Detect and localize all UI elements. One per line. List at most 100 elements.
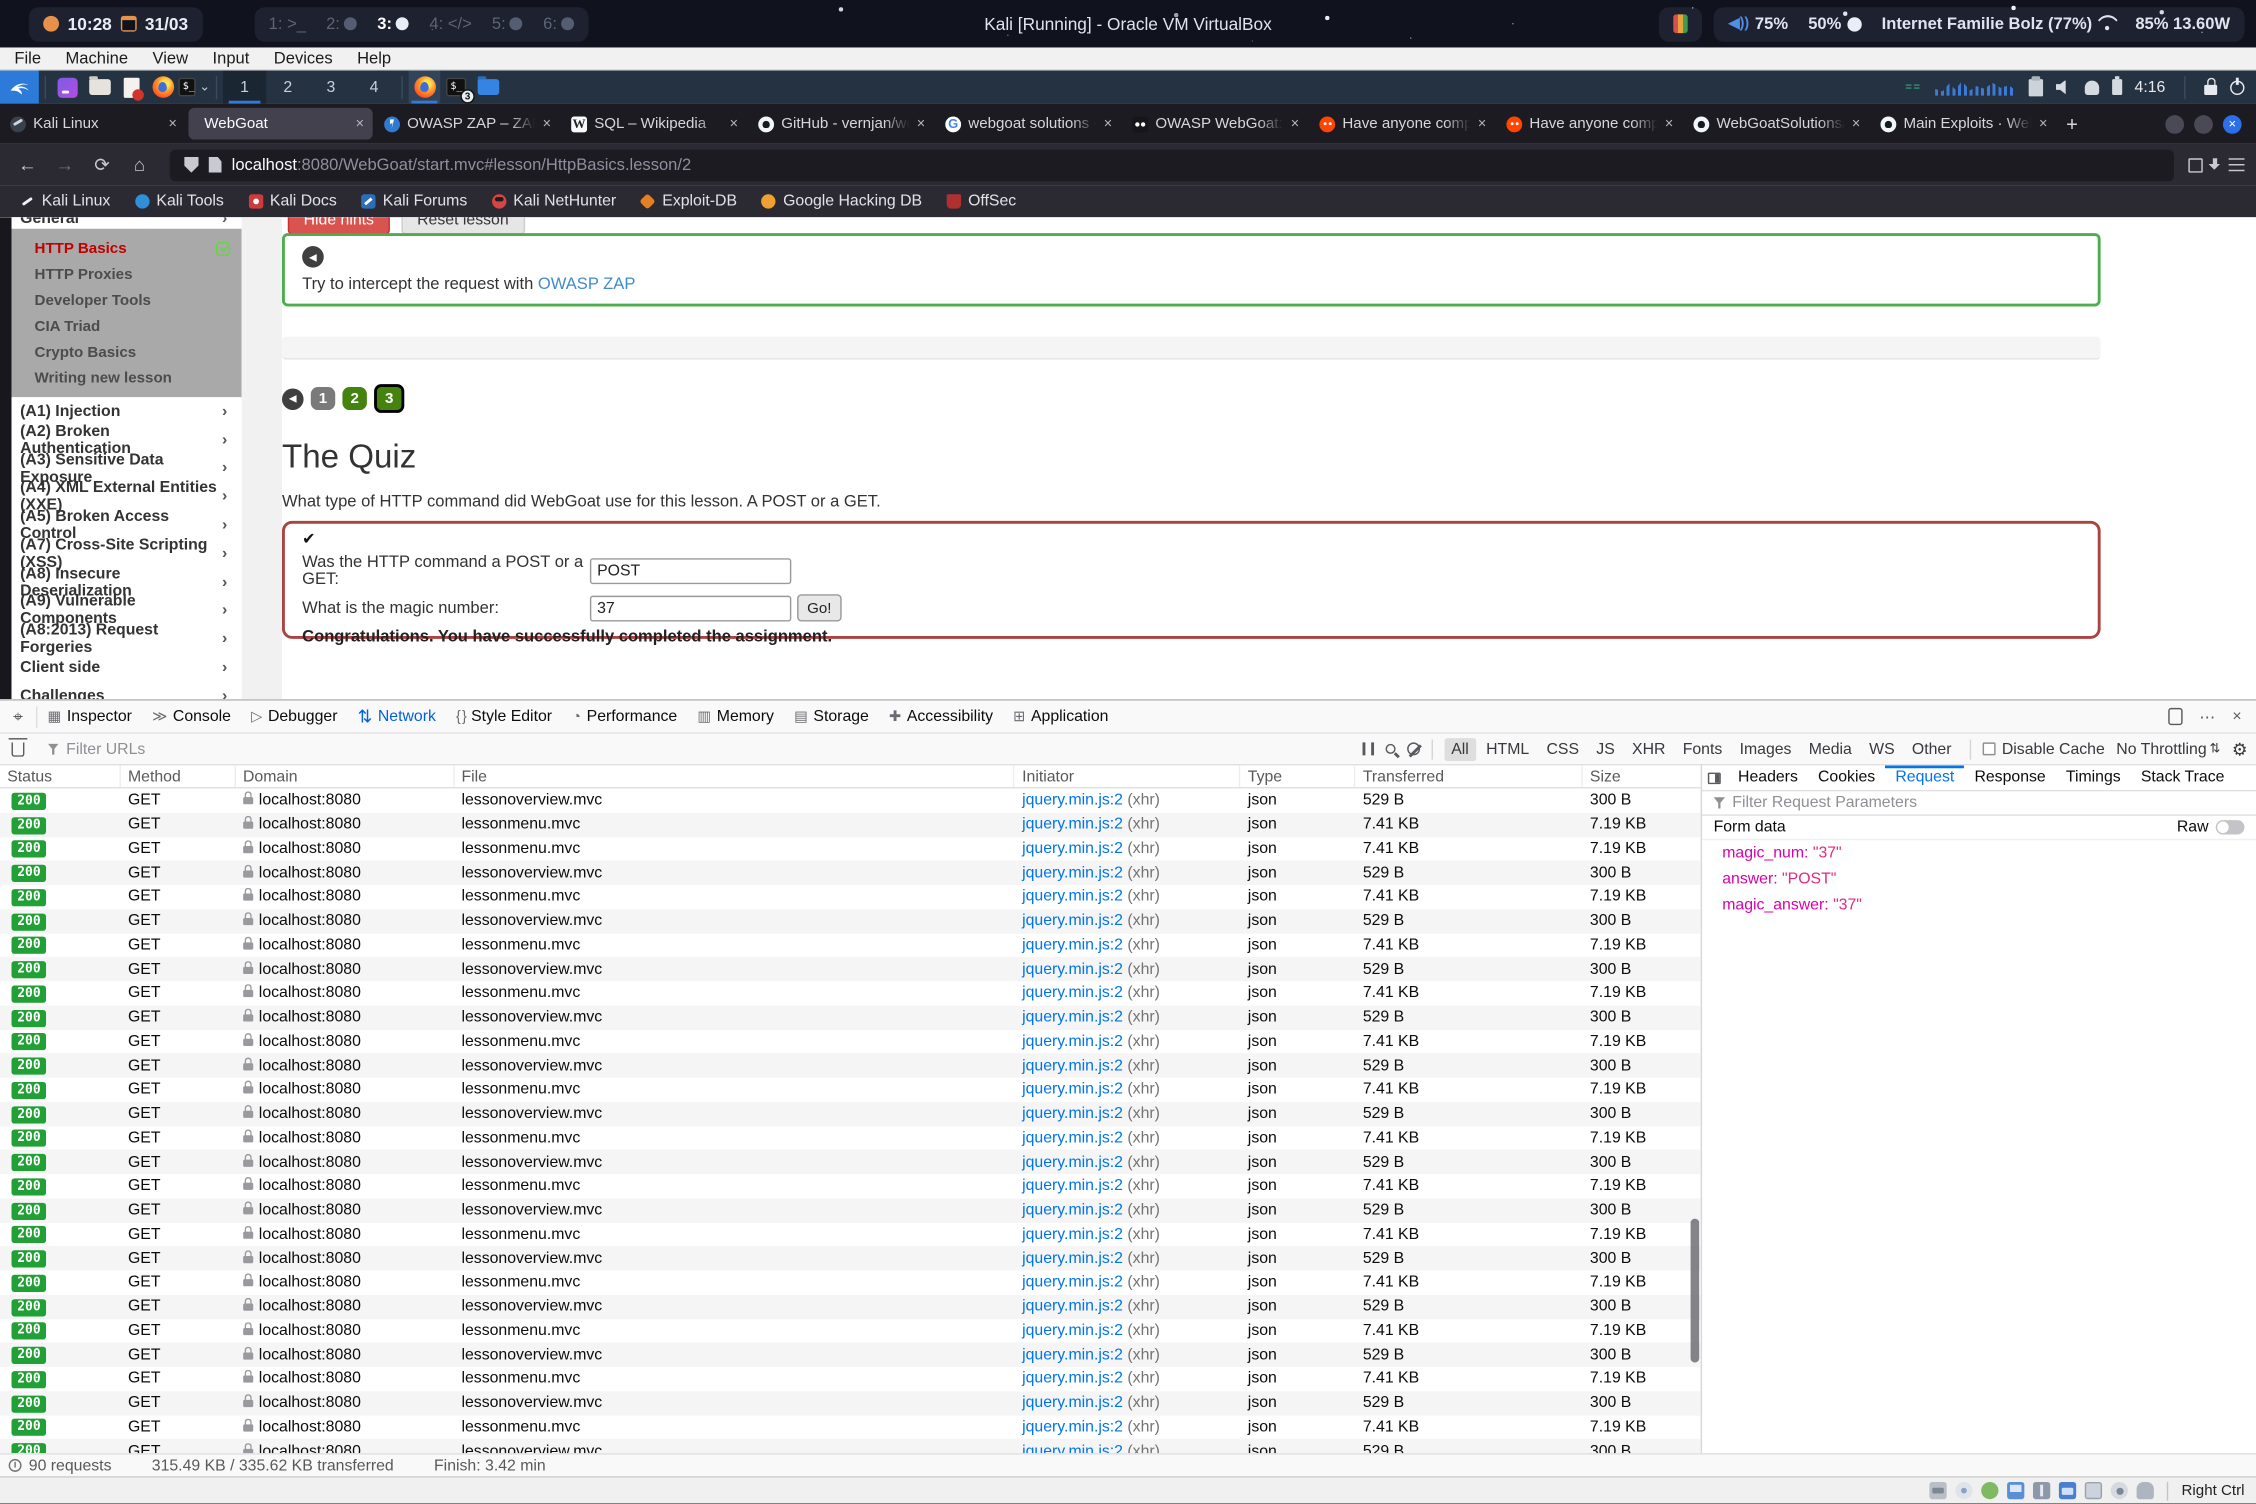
sidebar-category-item[interactable]: (A3) Sensitive Data Exposure› bbox=[12, 454, 242, 482]
url-text[interactable]: localhost:8080/WebGoat/start.mvc#lesson/… bbox=[232, 156, 692, 173]
browser-tab[interactable]: Kali Linux × bbox=[1, 108, 185, 140]
workspace-button[interactable]: 3 bbox=[309, 71, 352, 104]
hdd-icon[interactable] bbox=[1930, 1482, 1947, 1499]
previous-page-arrow-icon[interactable]: ◀ bbox=[282, 388, 304, 410]
tab-close-icon[interactable]: × bbox=[1852, 116, 1860, 132]
browser-tab[interactable]: Have anyone comple × bbox=[1311, 108, 1495, 140]
type-filter-pill[interactable]: Images bbox=[1732, 737, 1798, 760]
disable-cache-checkbox[interactable]: Disable Cache bbox=[1983, 740, 2105, 757]
minimize-button[interactable] bbox=[2165, 114, 2184, 133]
workspace-button[interactable]: 2 bbox=[266, 71, 309, 104]
initiator-link[interactable]: jquery.min.js:2 bbox=[1022, 1418, 1123, 1435]
hide-hints-button[interactable]: Hide hints bbox=[288, 217, 390, 234]
reset-lesson-button[interactable]: Reset lesson bbox=[401, 217, 524, 234]
tracking-shield-icon[interactable] bbox=[184, 157, 198, 173]
initiator-link[interactable]: jquery.min.js:2 bbox=[1022, 1081, 1123, 1098]
initiator-link[interactable]: jquery.min.js:2 bbox=[1022, 1177, 1123, 1194]
sidebar-category-item[interactable]: (A9) Vulnerable Components› bbox=[12, 596, 242, 624]
kali-menu-button[interactable] bbox=[0, 71, 39, 104]
sidebar-category-item[interactable]: (A5) Broken Access Control› bbox=[12, 511, 242, 539]
page-number-button[interactable]: 3 bbox=[374, 384, 404, 413]
sidebar-lesson-item[interactable]: Developer Tools bbox=[12, 288, 242, 314]
page-number-button[interactable]: 2 bbox=[342, 387, 366, 410]
network-graph-icon[interactable] bbox=[1935, 78, 2016, 95]
responsive-design-icon[interactable] bbox=[2168, 708, 2182, 725]
devtools-tab[interactable]: Memory bbox=[687, 700, 784, 733]
tab-close-icon[interactable]: × bbox=[730, 116, 738, 132]
bookmark-item[interactable]: Kali Tools bbox=[135, 193, 224, 210]
request-row[interactable]: 200 GET localhost:8080 lessonoverview.mv… bbox=[0, 788, 1701, 812]
reload-button[interactable]: ⟳ bbox=[86, 153, 118, 176]
request-row[interactable]: 200 GET localhost:8080 lessonmenu.mvc jq… bbox=[0, 1367, 1701, 1391]
initiator-link[interactable]: jquery.min.js:2 bbox=[1022, 888, 1123, 905]
bookmark-item[interactable]: Google Hacking DB bbox=[761, 193, 922, 210]
raw-toggle[interactable]: Raw bbox=[2177, 819, 2245, 836]
request-row[interactable]: 200 GET localhost:8080 lessonoverview.mv… bbox=[0, 861, 1701, 885]
request-row[interactable]: 200 GET localhost:8080 lessonoverview.mv… bbox=[0, 1054, 1701, 1078]
browser-tab[interactable]: SQL – Wikipedia × bbox=[563, 108, 747, 140]
bookmark-item[interactable]: Kali Linux bbox=[20, 193, 110, 210]
pick-element-icon[interactable]: ⌖ bbox=[0, 706, 37, 728]
q1-input[interactable] bbox=[590, 558, 791, 584]
type-filter-pill[interactable]: XHR bbox=[1625, 737, 1673, 760]
request-row[interactable]: 200 GET localhost:8080 lessonmenu.mvc jq… bbox=[0, 1222, 1701, 1246]
request-row[interactable]: 200 GET localhost:8080 lessonmenu.mvc jq… bbox=[0, 933, 1701, 957]
page-number-button[interactable]: 1 bbox=[311, 387, 335, 410]
network-adapter-icon[interactable] bbox=[2007, 1482, 2024, 1499]
sidebar-category-item[interactable]: (A4) XML External Entities (XXE)› bbox=[12, 483, 242, 511]
browser-tab[interactable]: Main Exploits · WebG × bbox=[1872, 108, 2056, 140]
request-row[interactable]: 200 GET localhost:8080 lessonoverview.mv… bbox=[0, 1246, 1701, 1270]
column-header-domain[interactable]: Domain bbox=[236, 765, 455, 787]
initiator-link[interactable]: jquery.min.js:2 bbox=[1022, 1105, 1123, 1122]
menubar-item[interactable]: View bbox=[153, 50, 189, 67]
previous-hint-arrow-icon[interactable]: ◀ bbox=[302, 246, 324, 268]
filter-urls-input[interactable]: Filter URLs bbox=[47, 740, 145, 757]
tab-close-icon[interactable]: × bbox=[1104, 116, 1112, 132]
go-button[interactable]: Go! bbox=[797, 594, 842, 621]
initiator-link[interactable]: jquery.min.js:2 bbox=[1022, 864, 1123, 881]
initiator-link[interactable]: jquery.min.js:2 bbox=[1022, 1250, 1123, 1267]
search-icon[interactable] bbox=[1385, 744, 1395, 754]
request-row[interactable]: 200 GET localhost:8080 lessonoverview.mv… bbox=[0, 909, 1701, 933]
sidebar-category-item[interactable]: Challenges› bbox=[12, 682, 242, 699]
column-header-initiator[interactable]: Initiator bbox=[1015, 765, 1241, 787]
sidebar-category-item[interactable]: (A1) Injection› bbox=[12, 397, 242, 425]
form-data-param[interactable]: magic_answer: "37" bbox=[1702, 892, 2256, 918]
cd-icon[interactable] bbox=[1956, 1482, 1973, 1499]
devtools-options-icon[interactable]: ⋯ bbox=[2199, 707, 2215, 726]
type-filter-pill[interactable]: JS bbox=[1589, 737, 1622, 760]
column-header-size[interactable]: Size bbox=[1583, 765, 1701, 787]
bookmark-item[interactable]: Kali Docs bbox=[248, 193, 336, 210]
clear-requests-icon[interactable] bbox=[12, 742, 25, 756]
taskbar-firefox-window[interactable] bbox=[409, 71, 441, 104]
initiator-link[interactable]: jquery.min.js:2 bbox=[1022, 1129, 1123, 1146]
browser-tab[interactable]: Have anyone comple × bbox=[1498, 108, 1682, 140]
recording-icon[interactable] bbox=[2111, 1482, 2128, 1499]
network-settings-gear-icon[interactable]: ⚙ bbox=[2232, 739, 2247, 759]
sidebar-lesson-item[interactable]: Crypto Basics bbox=[12, 340, 242, 366]
menubar-item[interactable]: Help bbox=[357, 50, 391, 67]
initiator-link[interactable]: jquery.min.js:2 bbox=[1022, 1298, 1123, 1315]
request-row[interactable]: 200 GET localhost:8080 lessonmenu.mvc jq… bbox=[0, 981, 1701, 1005]
type-filter-pill[interactable]: Other bbox=[1905, 737, 1959, 760]
audio-icon[interactable] bbox=[1982, 1482, 1999, 1499]
browser-tab[interactable]: WebGoat × bbox=[188, 108, 372, 140]
request-row[interactable]: 200 GET localhost:8080 lessonoverview.mv… bbox=[0, 1391, 1701, 1415]
request-row[interactable]: 200 GET localhost:8080 lessonoverview.mv… bbox=[0, 1005, 1701, 1029]
initiator-link[interactable]: jquery.min.js:2 bbox=[1022, 1009, 1123, 1026]
mouse-integration-icon[interactable] bbox=[2137, 1482, 2154, 1499]
tab-close-icon[interactable]: × bbox=[1478, 116, 1486, 132]
request-panel-tab[interactable]: Cookies bbox=[1808, 765, 1885, 791]
page-info-icon[interactable] bbox=[209, 157, 222, 173]
sidebar-category-item[interactable]: Client side› bbox=[12, 653, 242, 681]
power-icon[interactable] bbox=[2230, 80, 2244, 94]
sidebar-lesson-item[interactable]: CIA Triad bbox=[12, 314, 242, 340]
column-header-method[interactable]: Method bbox=[121, 765, 236, 787]
usb-icon[interactable] bbox=[2033, 1482, 2050, 1499]
type-filter-pill[interactable]: CSS bbox=[1539, 737, 1586, 760]
tab-close-icon[interactable]: × bbox=[1665, 116, 1673, 132]
form-data-param[interactable]: answer: "POST" bbox=[1702, 866, 2256, 892]
type-filter-pill[interactable]: Fonts bbox=[1676, 737, 1730, 760]
initiator-link[interactable]: jquery.min.js:2 bbox=[1022, 1226, 1123, 1243]
close-button[interactable]: × bbox=[2223, 114, 2242, 133]
